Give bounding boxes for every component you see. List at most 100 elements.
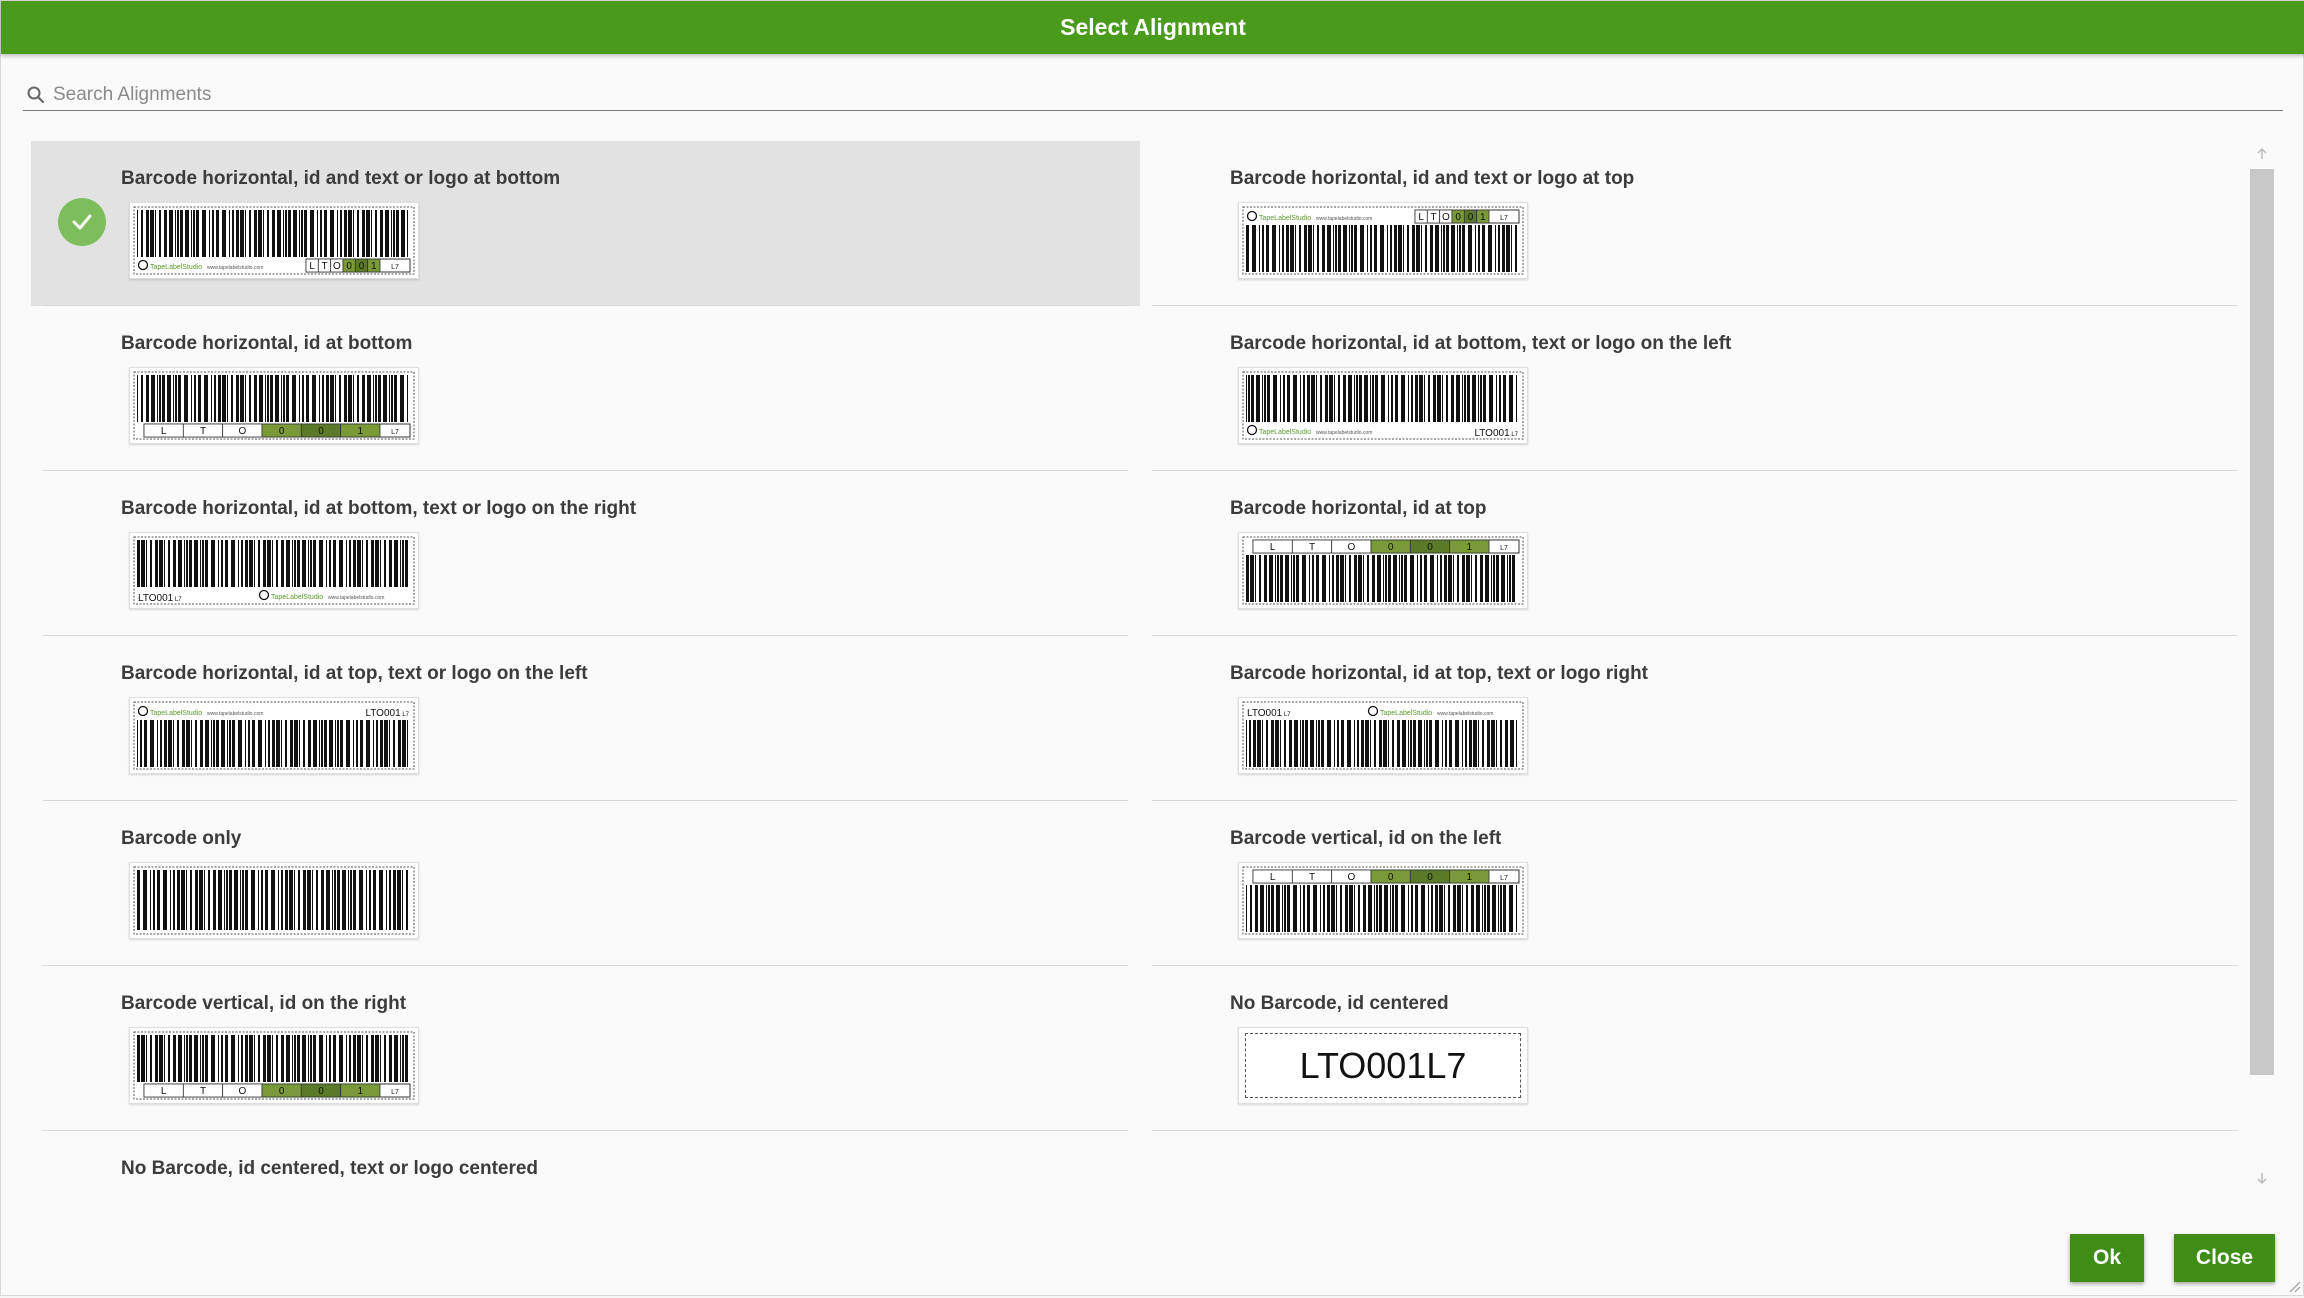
search-bar [23,79,2283,111]
alignment-option[interactable]: Barcode horizontal, id at bottom, text o… [1140,306,2241,471]
alignment-option-label: Barcode horizontal, id and text or logo … [121,168,561,189]
svg-text:TapeLabelStudio: TapeLabelStudio [1380,710,1432,717]
alignment-option[interactable]: Barcode vertical, id on the left L T O 0 0 1 L7 [1140,801,2241,966]
alignment-option[interactable]: Barcode horizontal, id and text or logo … [1140,141,2241,306]
svg-text:O: O [1347,542,1355,553]
alignment-option-label: Barcode horizontal, id at top, text or l… [121,663,588,684]
row-divider [1152,1130,2237,1131]
scrollbar-thumb[interactable] [2250,169,2274,1075]
svg-text:T: T [200,426,206,437]
alignment-option[interactable]: Barcode horizontal, id at top L T O 0 0 1 L7 [1140,471,2241,636]
svg-text:0: 0 [1427,872,1433,883]
alignment-option[interactable]: No Barcode, id centered LTO001L7 [1140,966,2241,1131]
svg-text:L7: L7 [1500,875,1508,882]
selected-check-icon [58,198,106,246]
svg-text:O: O [333,261,341,272]
svg-text:L7: L7 [391,264,399,271]
svg-text:0: 0 [279,1086,285,1097]
alignment-option-label: Barcode vertical, id on the right [121,993,407,1014]
alignment-preview-image: LTO001L7 [129,1027,419,1104]
svg-text:www.tapelabelstudio.com: www.tapelabelstudio.com [207,265,263,271]
svg-text:T: T [200,1086,206,1097]
svg-text:0: 0 [318,426,324,437]
svg-text:www.tapelabelstudio.com: www.tapelabelstudio.com [207,711,263,717]
dialog-title: Select Alignment [1060,14,1246,40]
alignment-option[interactable]: Barcode horizontal, id and text or logo … [31,141,1140,306]
svg-text:TapeLabelStudio: TapeLabelStudio [271,594,323,601]
alignment-option[interactable]: Barcode only [31,801,1140,966]
svg-text:0: 0 [346,261,352,272]
alignment-preview-image: LTO001L7 [129,367,419,444]
svg-text:0: 0 [318,1086,324,1097]
svg-text:TapeLabelStudio: TapeLabelStudio [1259,215,1311,222]
svg-text:L: L [161,426,167,437]
svg-text:O: O [238,426,246,437]
ok-button[interactable]: Ok [2070,1234,2144,1282]
svg-text:L: L [309,261,315,272]
alignment-preview-image: TapeLabelStudio www.tapelabelstudio.com LT… [129,202,419,279]
svg-text:T: T [1309,872,1315,883]
svg-text:1: 1 [1480,212,1486,223]
alignment-option[interactable]: Barcode horizontal, id at top, text or l… [1140,636,2241,801]
alignment-preview-image: LTO001L7 [1238,532,1528,609]
alignment-preview-image: LTO001L7 [1238,1027,1528,1104]
scroll-down-arrow-icon[interactable] [2249,1165,2275,1191]
alignment-option[interactable]: Barcode horizontal, id at bottom, text o… [31,471,1140,636]
scroll-up-arrow-icon[interactable] [2249,141,2275,167]
alignment-option-label: Barcode vertical, id on the left [1230,828,1502,849]
alignment-option-label: Barcode horizontal, id at top [1230,498,1487,519]
alignment-option-label: No Barcode, id centered [1230,993,1449,1014]
svg-text:0: 0 [1388,872,1394,883]
svg-text:0: 0 [1455,212,1461,223]
svg-text:TapeLabelStudio: TapeLabelStudio [150,264,202,271]
svg-text:0: 0 [359,261,365,272]
alignment-preview-image: L T O 0 0 1 L7 [1238,862,1528,939]
svg-text:1: 1 [371,261,377,272]
alignment-option[interactable]: Barcode horizontal, id at top, text or l… [31,636,1140,801]
dialog-titlebar: Select Alignment [1,1,2304,54]
alignment-preview-image: LTO001 L7 TapeLabelStudio www.tapelabelstu… [129,532,419,609]
svg-text:T: T [321,261,327,272]
svg-text:0: 0 [1468,212,1474,223]
select-alignment-dialog: Select Alignment Barcode horizontal, id … [0,0,2304,1296]
svg-text:TapeLabelStudio: TapeLabelStudio [150,710,202,717]
svg-text:www.tapelabelstudio.com: www.tapelabelstudio.com [1316,216,1372,222]
svg-text:1: 1 [358,426,364,437]
svg-text:O: O [1347,872,1355,883]
svg-text:L: L [1418,212,1424,223]
scrollbar-track[interactable] [2250,169,2274,1163]
alignment-option-label: Barcode horizontal, id and text or logo … [1230,168,1635,189]
resize-grip-icon[interactable] [2285,1277,2301,1293]
svg-text:L: L [161,1086,167,1097]
svg-text:L7: L7 [391,1089,399,1096]
alignment-option-label: Barcode only [121,828,242,849]
alignment-options-grid: Barcode horizontal, id and text or logo … [31,141,2241,1201]
close-button[interactable]: Close [2174,1234,2275,1282]
svg-text:L7: L7 [1500,545,1508,552]
svg-text:L: L [1270,872,1276,883]
alignment-option-label: Barcode horizontal, id at bottom, text o… [121,498,637,519]
svg-text:www.tapelabelstudio.com: www.tapelabelstudio.com [1316,430,1372,436]
svg-text:1: 1 [1467,872,1473,883]
svg-text:T: T [1309,542,1315,553]
alignment-preview-image: LTO001 L7 TapeLabelStudio www.tapelabelstu… [1238,697,1528,774]
svg-text:0: 0 [279,426,285,437]
alignment-option-label: Barcode horizontal, id at bottom [121,333,413,354]
alignment-option[interactable]: Barcode horizontal, id at bottom L T O 0 0 1 L7 [31,306,1140,471]
search-input[interactable] [53,80,2253,109]
label-id-preview: LTO001L7 [1245,1033,1521,1098]
alignment-option-label: Barcode horizontal, id at bottom, text o… [1230,333,1732,354]
svg-text:www.tapelabelstudio.com: www.tapelabelstudio.com [328,595,384,601]
vertical-scrollbar[interactable] [2249,141,2275,1191]
svg-text:L7: L7 [1500,215,1508,222]
alignment-option-label: Barcode horizontal, id at top, text or l… [1230,663,1648,684]
svg-text:T: T [1430,212,1436,223]
alignment-option[interactable]: Barcode vertical, id on the right L T O 0 0 1 L… [31,966,1140,1131]
svg-text:0: 0 [1388,542,1394,553]
svg-text:1: 1 [1467,542,1473,553]
alignment-option[interactable]: No Barcode, id centered, text or logo ce… [31,1131,1140,1201]
svg-text:0: 0 [1427,542,1433,553]
alignment-preview-image [129,862,419,939]
svg-text:O: O [238,1086,246,1097]
alignment-preview-image: TapeLabelStudiowww.tapelabelstudio.comLT… [129,697,419,774]
